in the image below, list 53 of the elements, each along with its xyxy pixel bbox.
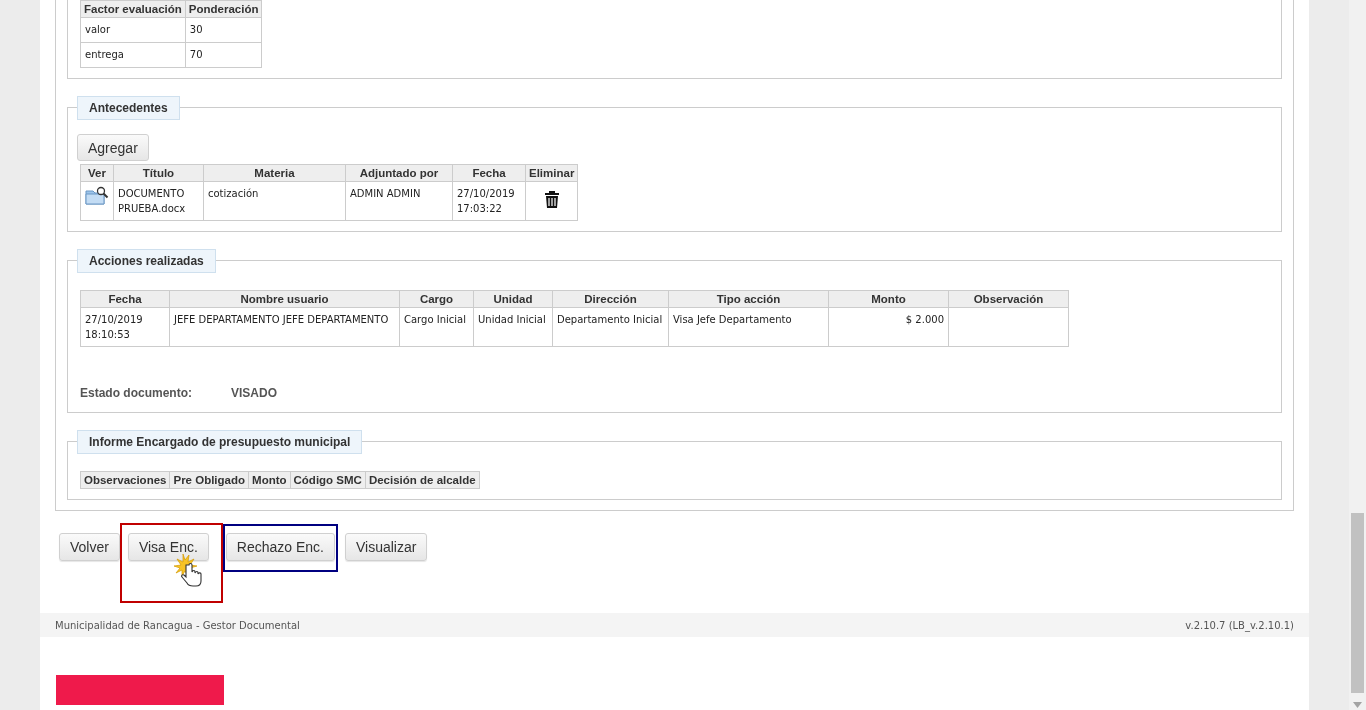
column-header: Observaciones xyxy=(80,471,170,489)
trash-icon[interactable] xyxy=(543,190,560,209)
column-header: Unidad xyxy=(473,290,553,308)
table-cell: DOCUMENTO PRUEBA.docx xyxy=(113,181,204,221)
field-label: Estado documento: xyxy=(80,386,193,400)
section-legend: Antecedentes xyxy=(77,96,180,120)
column-header: Pre Obligado xyxy=(169,471,249,489)
table-cell: entrega xyxy=(80,42,186,68)
section-legend: Acciones realizadas xyxy=(77,249,216,273)
table-cell: Visa Jefe Departamento xyxy=(668,307,829,347)
table-cell: 27/10/2019 18:10:53 xyxy=(80,307,170,347)
column-header: Tipo acción xyxy=(668,290,829,308)
footer-text: Municipalidad de Rancagua - Gestor Documental xyxy=(55,619,300,631)
folder-search-icon[interactable] xyxy=(85,186,109,206)
table-cell: Cargo Inicial xyxy=(399,307,474,347)
table-cell: 30 xyxy=(185,17,262,43)
section-legend: Informe Encargado de presupuesto municipal xyxy=(77,430,363,454)
action-button[interactable]: Rechazo Enc. xyxy=(225,533,335,561)
table-cell: cotización xyxy=(203,181,346,221)
table-cell: Unidad Inicial xyxy=(473,307,553,347)
column-header: Dirección xyxy=(552,290,669,308)
table-cell: valor xyxy=(80,17,186,43)
column-header: Decisión de alcalde xyxy=(365,471,480,489)
column-header: Ver xyxy=(80,164,114,182)
status-value: VISADO xyxy=(231,386,277,400)
column-header: Título xyxy=(113,164,204,182)
table-cell: Departamento Inicial xyxy=(552,307,669,347)
table-cell: 27/10/2019 17:03:22 xyxy=(452,181,526,221)
column-header: Materia xyxy=(203,164,346,182)
column-header: Observación xyxy=(948,290,1069,308)
column-header: Nombre usuario xyxy=(169,290,400,308)
table-cell: JEFE DEPARTAMENTO JEFE DEPARTAMENTO xyxy=(169,307,400,347)
column-header: Código SMC xyxy=(290,471,366,489)
table-cell: $ 2.000 xyxy=(828,307,949,347)
action-button[interactable]: Visualizar xyxy=(345,533,428,561)
scroll-down-icon[interactable] xyxy=(1353,702,1362,708)
table-cell: 70 xyxy=(185,42,262,68)
column-header: Cargo xyxy=(399,290,474,308)
column-header: Fecha xyxy=(80,290,170,308)
column-header: Fecha xyxy=(452,164,526,182)
action-button[interactable]: Visa Enc. xyxy=(127,533,209,561)
column-header: Eliminar xyxy=(525,164,578,182)
action-button[interactable]: Volver xyxy=(59,533,120,561)
column-header: Monto xyxy=(828,290,949,308)
column-header: Adjuntado por xyxy=(345,164,453,182)
scrollbar[interactable] xyxy=(1349,0,1366,710)
column-header: Ponderación xyxy=(185,0,262,18)
table-cell: ADMIN ADMIN xyxy=(345,181,453,221)
version-text: v.2.10.7 (LB_v.2.10.1) xyxy=(1185,619,1294,631)
column-header: Factor evaluación xyxy=(80,0,186,18)
column-header: Monto xyxy=(248,471,291,489)
add-button[interactable]: Agregar xyxy=(77,134,149,161)
scrollbar-thumb[interactable] xyxy=(1351,513,1364,693)
